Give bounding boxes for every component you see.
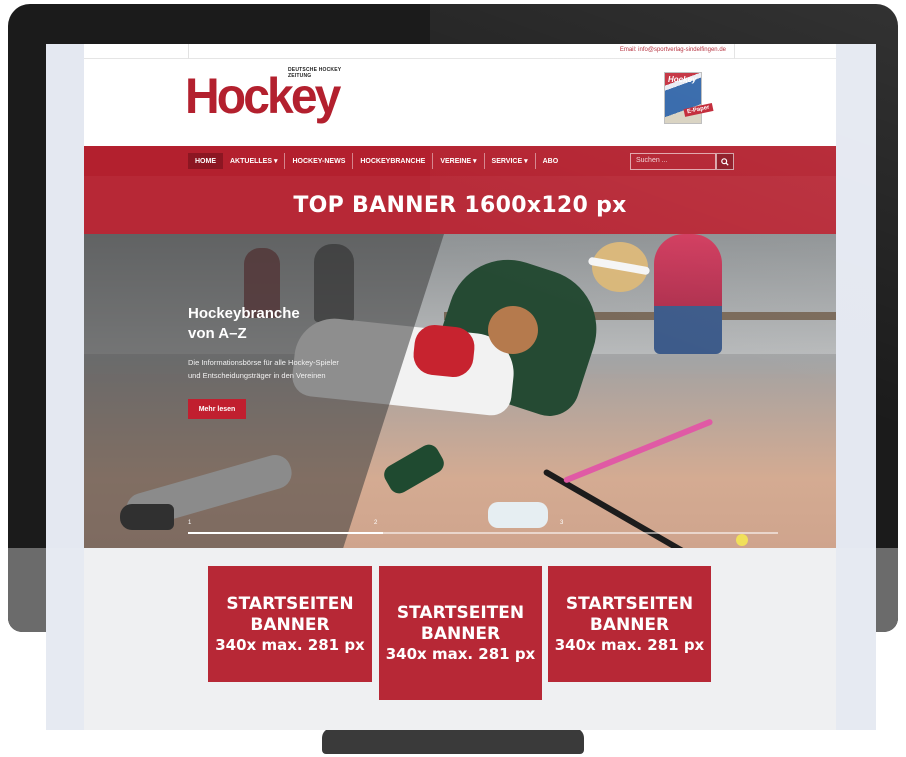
hero-description-line: Die Informationsbörse für alle Hockey-Sp… xyxy=(188,358,339,367)
hero-photo-goalkeeper xyxy=(654,234,722,354)
top-banner-text: TOP BANNER 1600x120 px xyxy=(293,192,627,218)
epaper-cover-title: Hockey xyxy=(668,75,697,84)
contact-email-link[interactable]: Email: info@sportverlag-sindelfingen.de xyxy=(620,47,726,53)
nav-menu: HOME AKTUELLES ▾ HOCKEY-NEWS HOCKEYBRANC… xyxy=(188,153,565,169)
nav-item-home[interactable]: HOME xyxy=(188,153,223,169)
main-navigation: HOME AKTUELLES ▾ HOCKEY-NEWS HOCKEYBRANC… xyxy=(84,146,836,176)
hero-title: Hockeybranche von A–Z xyxy=(188,304,348,344)
top-banner-ad[interactable]: TOP BANNER 1600x120 px xyxy=(84,176,836,234)
slider-progress-fill xyxy=(188,532,383,534)
nav-item-hockey-news[interactable]: HOCKEY-NEWS xyxy=(285,153,354,169)
startseiten-banner-ad[interactable]: STARTSEITEN BANNER 340x max. 281 px xyxy=(379,566,542,700)
monitor-mockup: Email: info@sportverlag-sindelfingen.de … xyxy=(0,0,906,757)
hero-photo-player-head xyxy=(488,306,538,354)
search-button[interactable] xyxy=(716,153,734,170)
banner-line: BANNER xyxy=(250,614,330,635)
nav-item-vereine[interactable]: VEREINE ▾ xyxy=(433,153,485,169)
hero-title-line: von A–Z xyxy=(188,325,247,342)
hero-title-line: Hockeybranche xyxy=(188,305,300,322)
hero-photo-shoe xyxy=(488,502,548,528)
hero-description: Die Informationsbörse für alle Hockey-Sp… xyxy=(188,356,388,382)
banner-size-label: 340x max. 281 px xyxy=(215,635,365,654)
slide-indicator-3[interactable]: 3 xyxy=(560,520,563,526)
site-logo[interactable]: DEUTSCHE HOCKEY ZEITUNG Hockey xyxy=(185,67,355,123)
hero-photo-jersey-detail xyxy=(411,323,477,379)
hero-slider: Hockeybranche von A–Z Die Informationsbö… xyxy=(84,234,836,548)
banner-line: STARTSEITEN xyxy=(396,602,525,623)
slide-indicator-2[interactable]: 2 xyxy=(374,520,377,526)
banner-line: STARTSEITEN xyxy=(226,593,354,614)
top-info-bar: Email: info@sportverlag-sindelfingen.de xyxy=(84,44,836,59)
nav-item-hockeybranche[interactable]: HOCKEYBRANCHE xyxy=(353,153,434,169)
read-more-button[interactable]: Mehr lesen xyxy=(188,399,246,419)
banner-line: BANNER xyxy=(420,623,501,644)
hero-description-line: und Entscheidungsträger in den Vereinen xyxy=(188,371,326,380)
search-input[interactable]: Suchen ... xyxy=(630,153,716,170)
topbar-divider xyxy=(188,44,189,59)
startseiten-banner-ad[interactable]: STARTSEITEN BANNER 340x max. 281 px xyxy=(208,566,372,682)
logo-wordmark: Hockey xyxy=(185,68,341,124)
slide-indicator-1[interactable]: 1 xyxy=(188,520,191,526)
hero-photo-ball xyxy=(736,534,748,546)
banner-size-label: 340x max. 281 px xyxy=(554,635,705,654)
banner-line: BANNER xyxy=(589,614,670,635)
nav-item-service[interactable]: SERVICE ▾ xyxy=(485,153,536,169)
startseiten-banner-ad[interactable]: STARTSEITEN BANNER 340x max. 281 px xyxy=(548,566,711,682)
search-icon xyxy=(721,157,729,166)
nav-item-abo[interactable]: ABO xyxy=(536,153,566,169)
epaper-cover-link[interactable]: Hockey E-Paper xyxy=(664,72,714,128)
topbar-divider xyxy=(734,44,735,59)
epaper-cover-image: Hockey xyxy=(664,72,702,124)
site-header: DEUTSCHE HOCKEY ZEITUNG Hockey Hockey E-… xyxy=(84,59,836,146)
banner-size-label: 340x max. 281 px xyxy=(385,644,536,663)
nav-item-aktuelles[interactable]: AKTUELLES ▾ xyxy=(223,153,286,169)
monitor-stand-base xyxy=(322,728,584,754)
banner-line: STARTSEITEN xyxy=(565,593,694,614)
